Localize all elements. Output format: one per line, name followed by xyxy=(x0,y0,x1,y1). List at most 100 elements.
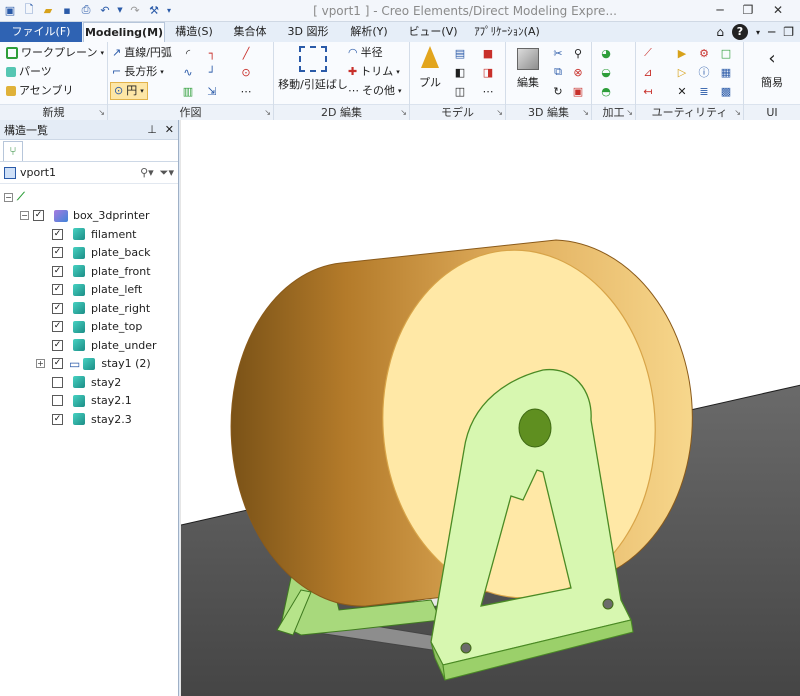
group-3d-edit-launcher-icon[interactable]: ↘ xyxy=(582,108,589,117)
visibility-checkbox[interactable]: ✓ xyxy=(52,339,63,351)
ribbon-minimize-icon[interactable]: ─ xyxy=(768,25,775,39)
tree-item-row[interactable]: ✓ plate_front xyxy=(0,262,178,281)
tab-modeling[interactable]: Modeling(M) xyxy=(83,22,165,42)
ribbon-restore-icon[interactable]: ❐ xyxy=(783,25,794,39)
tree-item-row[interactable]: ✓ plate_back xyxy=(0,244,178,263)
group-draw-launcher-icon[interactable]: ↘ xyxy=(264,108,271,117)
delete-3d-icon[interactable]: ▣ xyxy=(570,83,586,99)
find-icon[interactable]: ⚲▾ xyxy=(140,166,154,180)
transform-icon[interactable]: ↻ xyxy=(550,83,566,99)
stop-icon[interactable]: ⊗ xyxy=(570,64,586,80)
property-icon[interactable]: ⚙ xyxy=(696,45,712,61)
circle-button[interactable]: ⊙ 円 ▾ xyxy=(110,82,148,100)
spline-icon[interactable]: ∿ xyxy=(180,64,196,80)
simple-mode-button[interactable]: ‹ 簡易 xyxy=(750,48,794,98)
clear-icon[interactable]: ✕ xyxy=(674,83,690,99)
filter-icon[interactable]: ⏷▾ xyxy=(160,166,174,180)
binoculars-icon[interactable]: ⚲ xyxy=(570,45,586,61)
window-icon[interactable]: ▦ xyxy=(718,64,734,80)
visibility-checkbox[interactable]: ✓ xyxy=(52,247,63,259)
tree-item-row[interactable]: stay2.1 xyxy=(0,392,178,411)
tree-item-row[interactable]: ✓ plate_top xyxy=(0,318,178,337)
line-red-icon[interactable]: ╱ xyxy=(238,45,254,61)
group-utility-launcher-icon[interactable]: ↘ xyxy=(734,108,741,117)
move-stretch-button[interactable]: 移動/引延ばし xyxy=(278,44,348,100)
tab-file[interactable]: ファイル(F) xyxy=(0,22,82,42)
tab-assembly[interactable]: 集合体 xyxy=(224,22,276,42)
tree-item-row[interactable]: + ✓ ▭ stay1 (2) xyxy=(0,355,178,374)
revolve-icon[interactable]: ◧ xyxy=(452,64,468,80)
pin-icon[interactable]: ⊥ xyxy=(147,123,157,136)
tab-application[interactable]: ｱﾌﾟﾘｹｰｼｮﾝ(A) xyxy=(466,22,548,42)
workplane-button[interactable]: ワークプレーン ▾ xyxy=(6,44,104,62)
line-arc-button[interactable]: ↗ 直線/円弧 xyxy=(112,44,172,62)
arc-icon[interactable]: ◜ xyxy=(180,45,196,61)
group-process-launcher-icon[interactable]: ↘ xyxy=(626,108,633,117)
more-draw-icon[interactable]: ⋯ xyxy=(238,83,254,99)
viewport-selector[interactable]: vport1 ⚲▾ ⏷▾ xyxy=(0,162,178,184)
tab-view[interactable]: ビュー(V) xyxy=(402,22,464,42)
tree-item-row[interactable]: ✓ plate_under xyxy=(0,336,178,355)
tree-item-row[interactable]: ✓ filament xyxy=(0,225,178,244)
visibility-checkbox[interactable] xyxy=(52,376,63,388)
expand-icon[interactable]: + xyxy=(36,359,45,369)
visibility-checkbox[interactable]: ✓ xyxy=(52,413,63,425)
layer-icon[interactable]: ≣ xyxy=(696,83,712,99)
collapse-ribbon-icon[interactable]: ⌂ xyxy=(716,25,724,39)
tab-structure[interactable]: 構造(S) xyxy=(166,22,222,42)
grid-icon[interactable]: ▩ xyxy=(718,83,734,99)
sweep-icon[interactable]: ◨ xyxy=(480,64,496,80)
measure-icon[interactable]: ⟋ xyxy=(640,45,656,61)
help-dropdown-icon[interactable]: ▾ xyxy=(756,28,760,37)
other-button[interactable]: ⋯ その他 ▾ xyxy=(348,82,402,100)
shell-icon[interactable]: ◓ xyxy=(598,83,614,99)
blend-icon[interactable]: ◕ xyxy=(598,45,614,61)
assembly-button[interactable]: アセンブリ xyxy=(6,82,73,100)
trim-button[interactable]: ✚ トリム ▾ xyxy=(348,63,400,81)
cut-icon[interactable]: ✂ xyxy=(550,45,566,61)
step-icon[interactable]: ┘ xyxy=(204,64,220,80)
visibility-checkbox[interactable]: ✓ xyxy=(52,358,63,370)
highlight-icon[interactable]: ▷ xyxy=(674,64,690,80)
copy-3d-icon[interactable]: ⧉ xyxy=(550,64,566,80)
group-new-launcher-icon[interactable]: ↘ xyxy=(98,108,105,117)
minimize-icon[interactable]: ─ xyxy=(712,3,728,17)
more-model-icon[interactable]: ⋯ xyxy=(480,83,496,99)
structure-tree-tab-icon[interactable]: ⑂ xyxy=(3,140,23,161)
tab-3d-shape[interactable]: 3D 図形 xyxy=(278,22,338,42)
3d-model-view[interactable] xyxy=(181,120,800,696)
chamfer-icon[interactable]: ◒ xyxy=(598,64,614,80)
panel-close-icon[interactable]: ✕ xyxy=(165,123,174,136)
point-icon[interactable]: ⊙ xyxy=(238,64,254,80)
boolean-icon[interactable]: ■ xyxy=(480,45,496,61)
tree-assembly-row[interactable]: − ✓ box_3dprinter xyxy=(0,207,178,226)
corner-icon[interactable]: ┐ xyxy=(204,45,220,61)
part-button[interactable]: パーツ xyxy=(6,63,52,81)
tab-analysis[interactable]: 解析(Y) xyxy=(340,22,398,42)
tree-item-row[interactable]: ✓ plate_right xyxy=(0,299,178,318)
dimension-icon[interactable]: ⊿ xyxy=(640,64,656,80)
collapse-icon[interactable]: − xyxy=(4,192,13,202)
visibility-checkbox[interactable]: ✓ xyxy=(52,228,63,240)
edit-3d-button[interactable]: 編集 xyxy=(510,44,546,100)
rectangle-button[interactable]: ⌐ 長方形 ▾ xyxy=(112,63,164,81)
extrude-icon[interactable]: ▤ xyxy=(452,45,468,61)
close-icon[interactable]: ✕ xyxy=(770,3,786,17)
group-2d-edit-launcher-icon[interactable]: ↘ xyxy=(400,108,407,117)
distance-icon[interactable]: ↤ xyxy=(640,83,656,99)
collapse-icon[interactable]: − xyxy=(20,211,29,221)
select-icon[interactable]: ▶ xyxy=(674,45,690,61)
radius-button[interactable]: ◠ 半径 xyxy=(348,44,383,62)
tree-root-row[interactable]: − ⟋ xyxy=(0,188,178,207)
visibility-checkbox[interactable]: ✓ xyxy=(52,321,63,333)
3d-viewport[interactable] xyxy=(180,120,800,696)
visibility-checkbox[interactable] xyxy=(52,395,63,407)
pull-button[interactable]: プル xyxy=(414,44,446,100)
visibility-checkbox[interactable]: ✓ xyxy=(52,284,63,296)
info-icon[interactable]: ⓘ xyxy=(696,64,712,80)
visibility-checkbox[interactable]: ✓ xyxy=(33,210,44,222)
tree-item-row[interactable]: stay2 xyxy=(0,373,178,392)
restore-icon[interactable]: ❐ xyxy=(740,3,756,17)
frame-icon[interactable]: □ xyxy=(718,45,734,61)
group-model-launcher-icon[interactable]: ↘ xyxy=(496,108,503,117)
